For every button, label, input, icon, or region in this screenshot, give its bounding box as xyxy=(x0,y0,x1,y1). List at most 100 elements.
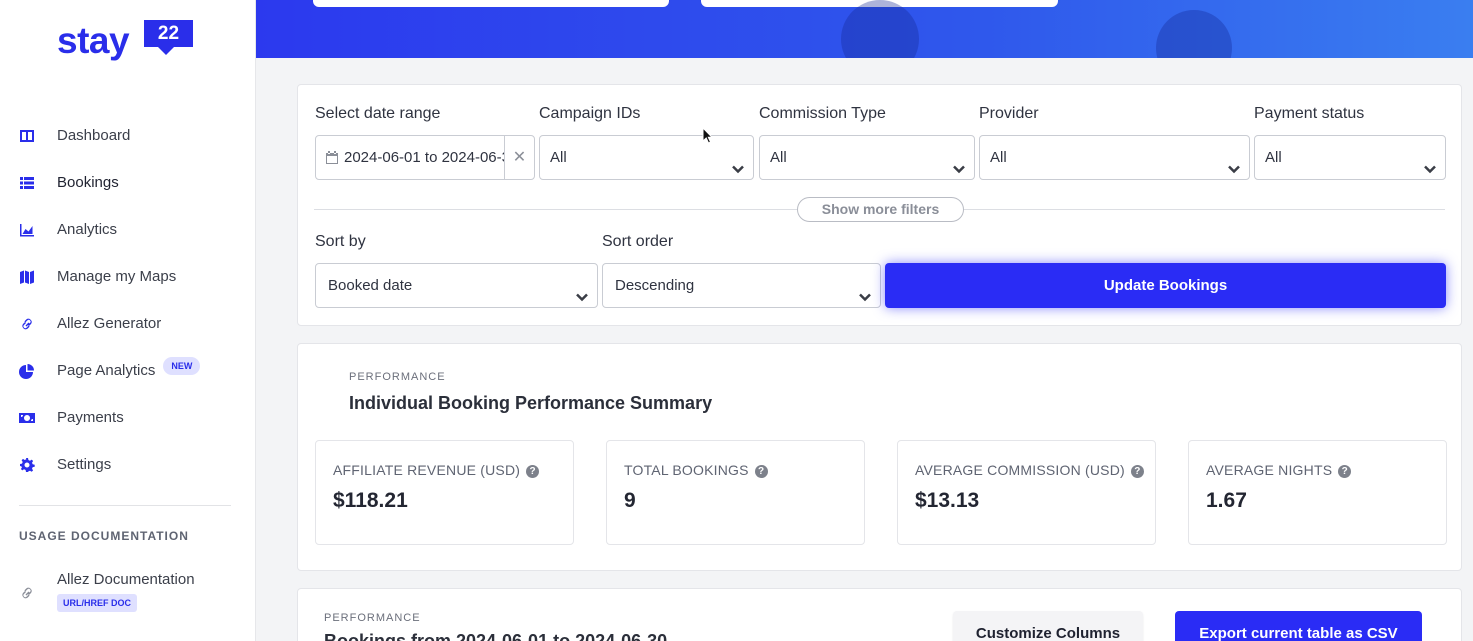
sidebar-item-dashboard[interactable]: Dashboard xyxy=(0,112,256,159)
commission-label: Commission Type xyxy=(759,105,886,122)
stat-value: $13.13 xyxy=(915,489,980,512)
stat-card-average-commission: AVERAGE COMMISSION (USD)? $13.13 xyxy=(897,440,1156,545)
sidebar-item-label: Bookings xyxy=(57,174,119,191)
chevron-down-icon xyxy=(952,150,966,174)
sidebar-divider xyxy=(19,505,231,506)
provider-label: Provider xyxy=(979,105,1039,122)
sidebar-item-label: Analytics xyxy=(57,221,118,238)
new-badge: NEW xyxy=(163,356,201,375)
sort-order-value: Descending xyxy=(615,277,695,294)
filters-panel: Select date range 2024-06-01 to 2024-06-… xyxy=(297,84,1462,326)
stat-value: $118.21 xyxy=(333,489,408,512)
update-bookings-button[interactable]: Update Bookings xyxy=(885,263,1446,308)
sidebar-item-payments[interactable]: Payments xyxy=(0,394,256,441)
logo-text: stay xyxy=(57,20,130,61)
sidebar-section-title: USAGE DOCUMENTATION xyxy=(19,529,189,543)
sort-by-select[interactable]: Booked date xyxy=(315,263,598,308)
stat-label: AFFILIATE REVENUE (USD)? xyxy=(333,462,540,478)
stat-label-text: TOTAL BOOKINGS xyxy=(624,462,749,478)
area-chart-icon xyxy=(19,222,35,238)
sidebar-item-label: Dashboard xyxy=(57,127,131,144)
stat-card-average-nights: AVERAGE NIGHTS? 1.67 xyxy=(1188,440,1447,545)
payment-value: All xyxy=(1265,149,1282,166)
bookings-title: Bookings from 2024-06-01 to 2024-06-30 xyxy=(324,631,668,641)
sidebar-item-bookings[interactable]: Bookings xyxy=(0,159,256,206)
sidebar-item-label: Payments xyxy=(57,409,124,426)
money-icon xyxy=(19,410,35,426)
help-icon[interactable]: ? xyxy=(1338,465,1352,478)
banner-input-box[interactable] xyxy=(313,0,669,7)
date-range-input[interactable]: 2024-06-01 to 2024-06-30 ✕ xyxy=(315,135,535,180)
logo-badge: 22 xyxy=(144,20,193,55)
sort-by-label: Sort by xyxy=(315,233,366,250)
sort-order-select[interactable]: Descending xyxy=(602,263,881,308)
bookings-table-card: PERFORMANCE Bookings from 2024-06-01 to … xyxy=(297,588,1462,641)
list-icon xyxy=(19,175,35,191)
chevron-down-icon xyxy=(858,278,872,302)
mouse-cursor-icon xyxy=(702,126,714,145)
calendar-icon xyxy=(326,151,338,164)
sidebar-item-label: Allez Generator xyxy=(57,315,162,332)
commission-select[interactable]: All xyxy=(759,135,975,180)
payment-select[interactable]: All xyxy=(1254,135,1446,180)
stat-label-text: AFFILIATE REVENUE (USD) xyxy=(333,462,521,478)
sidebar-item-allez-generator[interactable]: Allez Generator xyxy=(0,300,256,347)
sidebar-item-label: Page Analytics xyxy=(57,362,156,379)
stat-label: TOTAL BOOKINGS? xyxy=(624,462,768,478)
customize-columns-button[interactable]: Customize Columns xyxy=(953,611,1143,641)
sidebar-item-manage-maps[interactable]: Manage my Maps xyxy=(0,253,256,300)
sidebar-item-analytics[interactable]: Analytics xyxy=(0,206,256,253)
sidebar-item-settings[interactable]: Settings xyxy=(0,441,256,488)
stat-label: AVERAGE COMMISSION (USD)? xyxy=(915,462,1144,478)
help-icon[interactable]: ? xyxy=(754,465,768,478)
sidebar-item-label: Allez Documentation xyxy=(57,571,195,588)
sidebar: stay 22 Dashboard Bookings Analytics Man… xyxy=(0,0,256,641)
map-icon xyxy=(1156,10,1232,58)
chevron-down-icon xyxy=(575,278,589,302)
stat-card-total-bookings: TOTAL BOOKINGS? 9 xyxy=(606,440,865,545)
sidebar-item-label: Manage my Maps xyxy=(57,268,177,285)
chevron-down-icon xyxy=(1227,150,1241,174)
stat-card-affiliate-revenue: AFFILIATE REVENUE (USD)? $118.21 xyxy=(315,440,574,545)
map-pin-icon xyxy=(841,0,919,58)
stay22-logo[interactable]: stay 22 xyxy=(57,19,197,65)
date-range-value: 2024-06-01 to 2024-06-30 xyxy=(344,149,504,166)
layout-icon xyxy=(19,128,35,144)
link-icon xyxy=(19,585,35,601)
chevron-down-icon xyxy=(1423,150,1437,174)
sort-order-label: Sort order xyxy=(602,233,674,250)
stat-label-text: AVERAGE NIGHTS xyxy=(1206,462,1333,478)
sidebar-nav: Dashboard Bookings Analytics Manage my M… xyxy=(0,112,256,488)
stat-label: AVERAGE NIGHTS? xyxy=(1206,462,1352,478)
sidebar-item-label: Settings xyxy=(57,456,112,473)
payment-label: Payment status xyxy=(1254,105,1365,122)
commission-value: All xyxy=(770,149,787,166)
stat-value: 1.67 xyxy=(1206,489,1247,512)
sidebar-item-allez-documentation[interactable]: Allez Documentation URL/HREF DOC xyxy=(19,571,195,612)
map-icon xyxy=(19,269,35,285)
provider-select[interactable]: All xyxy=(979,135,1250,180)
chevron-down-icon xyxy=(731,150,745,174)
sidebar-item-page-analytics[interactable]: Page Analytics NEW xyxy=(0,347,256,394)
clear-icon[interactable]: ✕ xyxy=(504,136,534,179)
gear-icon xyxy=(19,457,35,473)
stat-label-text: AVERAGE COMMISSION (USD) xyxy=(915,462,1125,478)
stat-value: 9 xyxy=(624,489,636,512)
bookings-eyebrow: PERFORMANCE xyxy=(324,612,421,624)
date-range-label: Select date range xyxy=(315,105,441,122)
help-icon[interactable]: ? xyxy=(1130,465,1144,478)
doc-badge: URL/HREF DOC xyxy=(57,594,137,612)
help-icon[interactable]: ? xyxy=(526,465,540,478)
summary-eyebrow: PERFORMANCE xyxy=(349,371,446,383)
campaign-select[interactable]: All xyxy=(539,135,754,180)
header-banner xyxy=(256,0,1473,58)
summary-title: Individual Booking Performance Summary xyxy=(349,393,713,413)
campaign-label: Campaign IDs xyxy=(539,105,641,122)
show-more-filters-button[interactable]: Show more filters xyxy=(797,197,964,222)
provider-value: All xyxy=(990,149,1007,166)
export-csv-button[interactable]: Export current table as CSV xyxy=(1175,611,1422,641)
link-icon xyxy=(19,316,35,332)
pie-chart-icon xyxy=(19,363,35,379)
sort-by-value: Booked date xyxy=(328,277,413,294)
campaign-value: All xyxy=(550,149,567,166)
